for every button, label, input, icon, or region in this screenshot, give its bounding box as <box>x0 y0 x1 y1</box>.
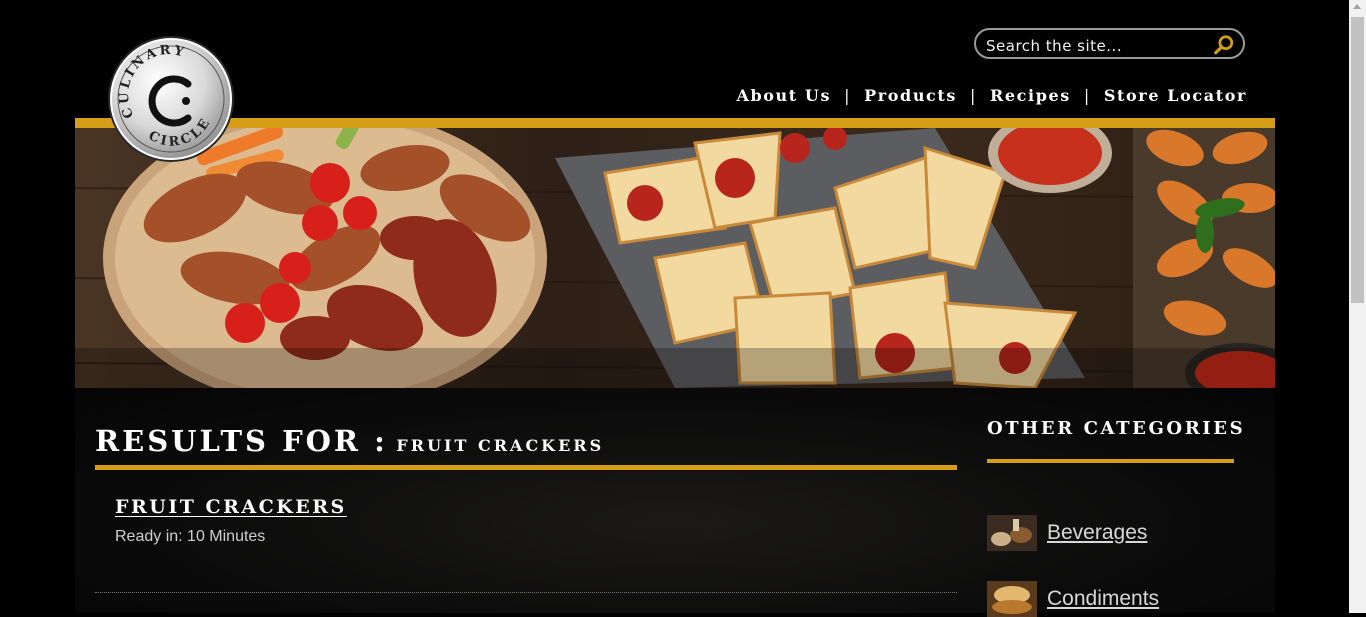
results-underline <box>95 465 957 470</box>
results-heading-query: FRUIT CRACKERS <box>396 436 605 455</box>
nav-about-us[interactable]: About Us <box>736 86 831 105</box>
beverages-thumbnail[interactable] <box>987 515 1037 551</box>
main-nav: About Us | Products | Recipes | Store Lo… <box>736 86 1247 105</box>
result-title-link[interactable]: FRUIT CRACKERS <box>115 496 347 518</box>
search-icon[interactable] <box>1213 34 1235 56</box>
header-gold-bar <box>75 118 1275 128</box>
result-divider <box>95 592 957 593</box>
hero-banner-image <box>75 128 1275 388</box>
nav-separator: | <box>844 86 852 105</box>
scroll-up-arrow-icon[interactable] <box>1353 4 1361 9</box>
sidebar-underline <box>987 459 1234 463</box>
nav-recipes[interactable]: Recipes <box>990 86 1071 105</box>
nav-separator: | <box>970 86 977 105</box>
category-item-condiments: Condiments <box>987 581 1159 617</box>
scrollbar-thumb[interactable] <box>1351 17 1364 303</box>
category-item-beverages: Beverages <box>987 515 1147 551</box>
culinary-circle-logo[interactable]: CULINARY CIRCLE <box>106 34 236 164</box>
page-scrollbar[interactable] <box>1349 0 1366 613</box>
category-link-condiments[interactable]: Condiments <box>1047 587 1159 611</box>
result-ready-time: Ready in: 10 Minutes <box>115 528 266 545</box>
nav-separator: | <box>1083 86 1091 105</box>
sidebar-title: OTHER CATEGORIES <box>987 418 1246 439</box>
condiments-thumbnail[interactable] <box>987 581 1037 617</box>
category-link-beverages[interactable]: Beverages <box>1047 521 1147 545</box>
results-heading: RESULTS FOR : FRUIT CRACKERS <box>95 424 604 458</box>
search-input[interactable] <box>984 34 1213 58</box>
results-heading-prefix: RESULTS FOR : <box>95 424 388 458</box>
nav-products[interactable]: Products <box>864 86 957 105</box>
list-item: FRUIT CRACKERS Ready in: 10 Minutes <box>115 496 347 546</box>
search-box <box>974 28 1245 59</box>
nav-store-locator[interactable]: Store Locator <box>1104 86 1247 105</box>
